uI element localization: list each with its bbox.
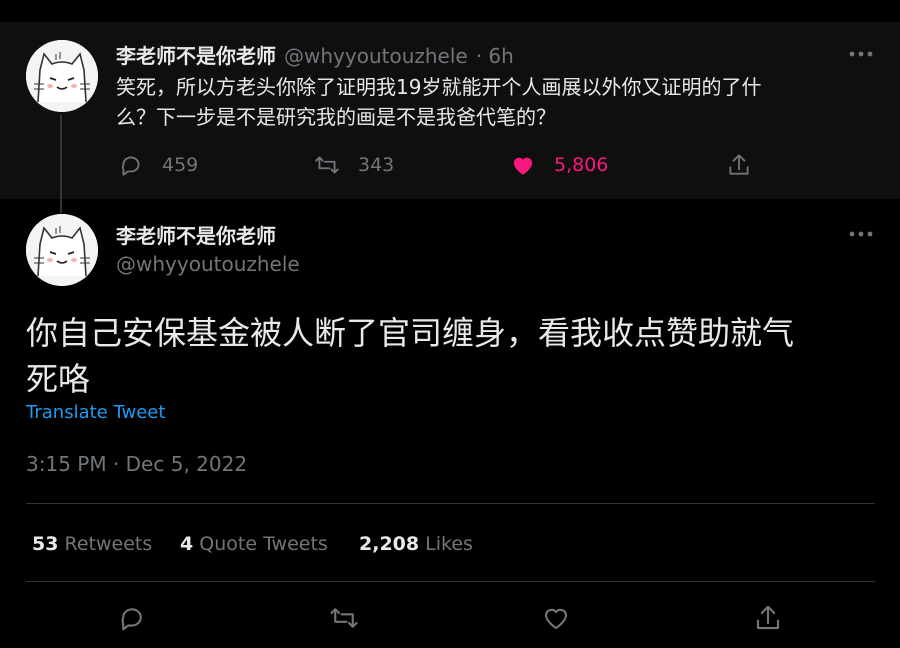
retweet-button[interactable] <box>329 603 359 633</box>
parent-retweet-button[interactable]: 343 <box>314 152 394 178</box>
thread-connector-line <box>60 115 62 213</box>
parent-time[interactable]: · 6h <box>476 44 514 68</box>
likes-label: Likes <box>425 533 473 555</box>
retweet-icon <box>330 608 358 628</box>
quotes-label: Quote Tweets <box>199 533 328 555</box>
likes-stat[interactable]: 2,208 Likes <box>359 533 473 555</box>
parent-retweet-count: 343 <box>358 154 395 176</box>
parent-text-line-1: 笑死，所以方老头你除了证明我19岁就能开个人画展以外你又证明的了什 <box>116 75 762 99</box>
retweets-label: Retweets <box>64 533 153 555</box>
share-icon <box>729 154 749 175</box>
reply-button[interactable] <box>117 603 147 633</box>
main-author-name[interactable]: 李老师不是你老师 <box>116 220 276 249</box>
parent-more-icon[interactable] <box>848 49 874 59</box>
parent-reply-button[interactable]: 459 <box>118 152 198 178</box>
parent-like-count: 5,806 <box>554 154 609 176</box>
divider-top <box>26 503 875 504</box>
reply-icon <box>121 156 140 176</box>
reply-icon <box>121 608 142 631</box>
parent-text-line-2: 么？下一步是不是研究我的画是不是我爸代笔的？ <box>116 105 556 129</box>
tweet-timestamp[interactable]: 3:15 PM · Dec 5, 2022 <box>26 452 247 476</box>
cat-avatar-icon <box>26 40 98 112</box>
quote-tweets-stat[interactable]: 4 Quote Tweets <box>180 533 328 555</box>
divider-bottom <box>26 581 875 582</box>
share-icon <box>756 605 780 630</box>
retweet-icon <box>315 156 339 174</box>
parent-author-handle[interactable]: @whyyoutouzhele <box>284 44 468 68</box>
parent-tweet[interactable]: 李老师不是你老师 @whyyoutouzhele · 6h 笑死，所以方老头你除… <box>0 22 900 199</box>
likes-count: 2,208 <box>359 533 420 555</box>
heart-filled-icon <box>513 157 533 175</box>
main-author-handle[interactable]: @whyyoutouzhele <box>116 252 300 276</box>
cat-avatar-icon <box>26 214 98 286</box>
retweets-count: 53 <box>32 533 59 555</box>
parent-reply-count: 459 <box>162 154 199 176</box>
main-tweet-text: 你自己安保基金被人断了官司缠身，看我收点赞助就气 死咯 <box>26 310 876 402</box>
heart-icon <box>544 608 568 630</box>
translate-tweet-link[interactable]: Translate Tweet <box>26 402 165 423</box>
parent-share-button[interactable] <box>726 152 752 178</box>
main-text-line-2: 死咯 <box>26 360 91 398</box>
main-more-icon[interactable] <box>848 229 874 239</box>
parent-like-button[interactable]: 5,806 <box>510 152 608 178</box>
main-avatar[interactable] <box>26 214 98 286</box>
quotes-count: 4 <box>180 533 194 555</box>
parent-tweet-text: 笑死，所以方老头你除了证明我19岁就能开个人画展以外你又证明的了什 么？下一步是… <box>116 72 856 132</box>
share-button[interactable] <box>753 603 783 633</box>
retweets-stat[interactable]: 53 Retweets <box>32 533 152 555</box>
parent-author-name[interactable]: 李老师不是你老师 <box>116 40 276 69</box>
main-text-line-1: 你自己安保基金被人断了官司缠身，看我收点赞助就气 <box>26 314 795 352</box>
like-button[interactable] <box>541 603 571 633</box>
parent-avatar[interactable] <box>26 40 98 112</box>
